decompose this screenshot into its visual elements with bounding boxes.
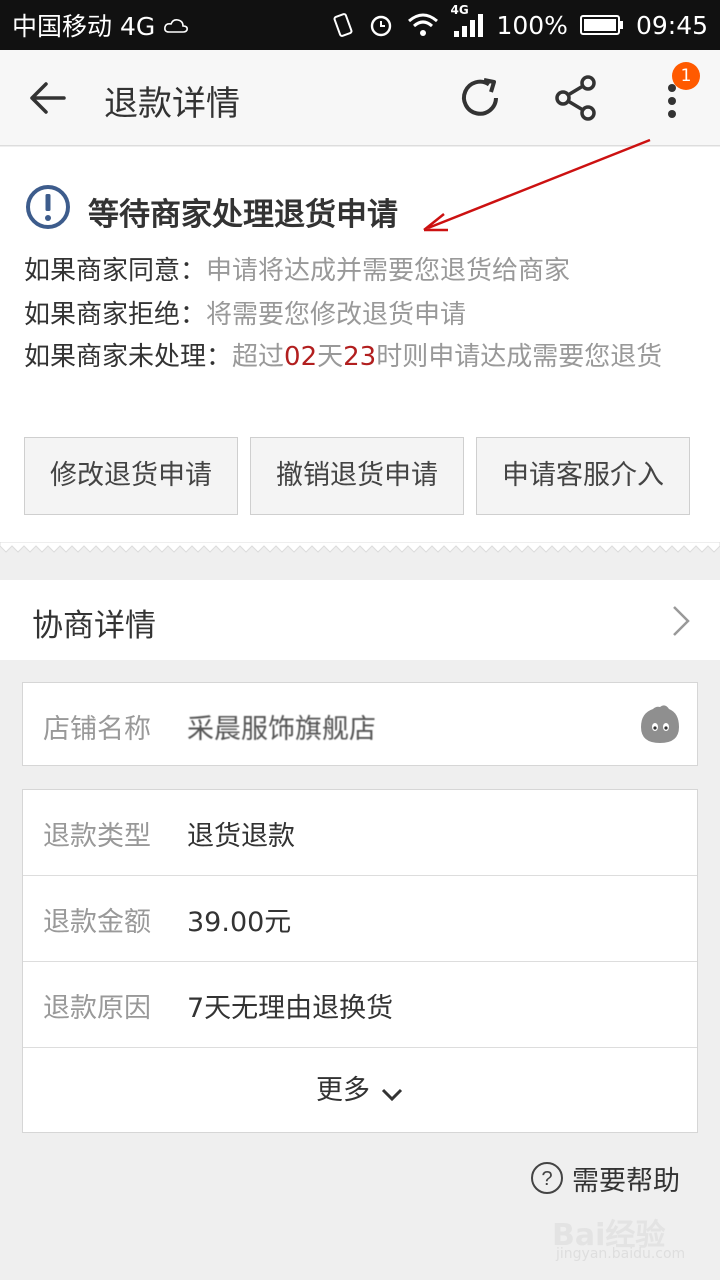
detail-label: 退款类型 xyxy=(43,821,151,852)
annotation-arrow xyxy=(423,138,651,232)
refresh-icon[interactable] xyxy=(456,74,504,122)
clock: 09:45 xyxy=(635,10,708,40)
zigzag-divider xyxy=(0,542,720,553)
negotiation-details-row[interactable]: 协商详情 xyxy=(0,580,720,660)
notification-badge: 1 xyxy=(672,62,700,90)
vibrate-icon xyxy=(330,11,356,39)
svg-text:?: ? xyxy=(541,1168,552,1190)
alarm-icon xyxy=(368,11,394,39)
chevron-right-icon xyxy=(670,604,692,638)
carrier-label: 中国移动 4G xyxy=(12,12,156,41)
detail-value: 退货退款 xyxy=(187,821,295,852)
info-value: 时则申请达成需要您退货 xyxy=(376,342,663,372)
info-line-no-action: 如果商家未处理：超过02天23时则申请达成需要您退货 xyxy=(24,339,704,376)
info-label: 如果商家未处理： xyxy=(24,342,233,372)
more-button[interactable]: 更多 xyxy=(23,1048,697,1134)
battery-icon xyxy=(579,13,624,37)
wifi-icon xyxy=(406,12,440,38)
detail-label: 退款原因 xyxy=(43,993,151,1024)
info-label: 如果商家同意： xyxy=(24,256,207,286)
network-type-label: 4G xyxy=(450,3,469,17)
detail-value: 7天无理由退换货 xyxy=(187,993,394,1024)
info-label: 如果商家拒绝： xyxy=(24,300,207,330)
customer-service-button[interactable]: 申请客服介入 xyxy=(476,437,690,515)
weather-icon xyxy=(163,14,189,36)
help-label: 需要帮助 xyxy=(572,1165,680,1197)
share-icon[interactable] xyxy=(554,74,598,122)
page-title: 退款详情 xyxy=(104,84,240,124)
cancel-return-button[interactable]: 撤销退货申请 xyxy=(250,437,464,515)
info-value: 超过 xyxy=(232,342,285,372)
status-title: 等待商家处理退货申请 xyxy=(88,197,398,233)
detail-row: 退款类型 退货退款 xyxy=(23,790,697,876)
negotiation-title: 协商详情 xyxy=(32,608,156,644)
question-circle-icon: ? xyxy=(530,1161,564,1195)
info-value: 申请将达成并需要您退货给商家 xyxy=(206,256,571,286)
countdown-days-unit: 天 xyxy=(317,342,344,372)
shop-card: 店铺名称 采晨服饰旗舰店 xyxy=(22,682,698,766)
wangwang-chat-icon[interactable] xyxy=(639,703,681,747)
chevron-down-icon xyxy=(380,1087,404,1103)
detail-row: 退款原因 7天无理由退换货 xyxy=(23,962,697,1048)
back-arrow-icon[interactable] xyxy=(24,76,72,120)
detail-label: 退款金额 xyxy=(43,907,151,938)
info-line-agree: 如果商家同意：申请将达成并需要您退货给商家 xyxy=(24,251,704,291)
watermark-url: jingyan.baidu.com xyxy=(556,1246,686,1262)
refund-detail-card: 退款类型 退货退款 退款金额 39.00元 退款原因 7天无理由退换货 更多 xyxy=(22,789,698,1133)
countdown-days: 02 xyxy=(284,342,318,372)
shop-name: 采晨服饰旗舰店 xyxy=(187,714,376,745)
status-bar: 中国移动 4G 4G 100% 09:45 xyxy=(0,0,720,50)
battery-percent: 100% xyxy=(496,10,568,40)
detail-value: 39.00元 xyxy=(187,907,292,938)
detail-row: 退款金额 39.00元 xyxy=(23,876,697,962)
shop-label: 店铺名称 xyxy=(43,714,151,745)
info-value: 将需要您修改退货申请 xyxy=(206,300,467,330)
modify-return-button[interactable]: 修改退货申请 xyxy=(24,437,238,515)
countdown-hours: 23 xyxy=(343,342,377,372)
more-label: 更多 xyxy=(316,1075,370,1106)
exclamation-circle-icon xyxy=(24,183,72,231)
info-line-reject: 如果商家拒绝：将需要您修改退货申请 xyxy=(24,295,704,335)
signal-icon: 4G xyxy=(450,3,484,39)
baidu-watermark: Bai经验 xyxy=(552,1218,666,1253)
help-link[interactable]: ? 需要帮助 xyxy=(530,1158,680,1198)
